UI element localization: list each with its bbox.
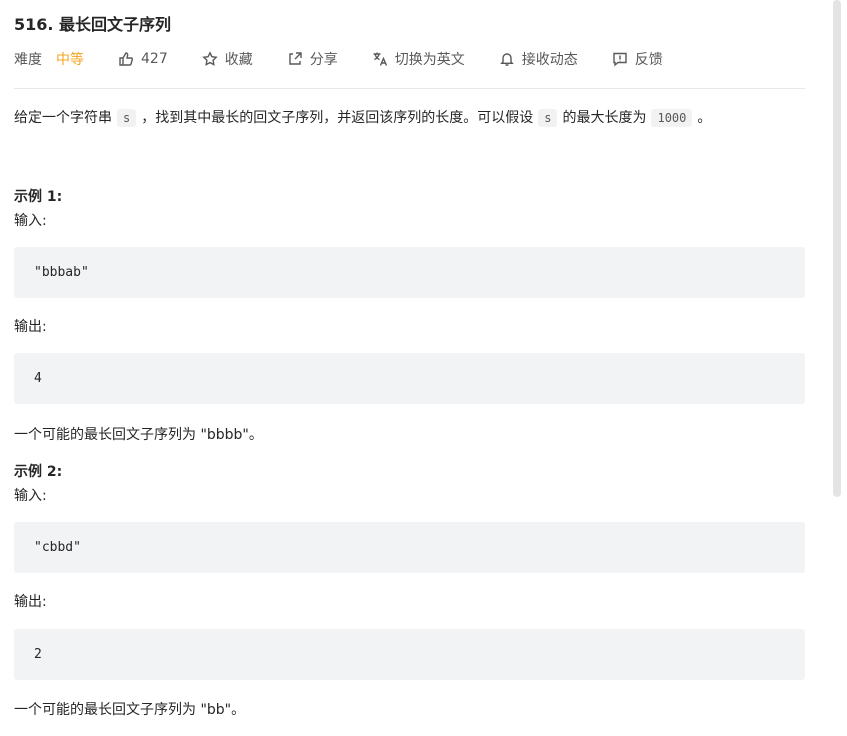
switch-language-label: 切换为英文 bbox=[394, 52, 465, 68]
scrollbar-thumb[interactable] bbox=[833, 0, 841, 497]
like-count: 427 bbox=[141, 51, 168, 67]
share-icon bbox=[289, 52, 302, 65]
star-icon bbox=[202, 51, 218, 66]
difficulty-badge: 中等 bbox=[56, 52, 84, 68]
example-title: 示例 2: bbox=[14, 464, 63, 480]
input-label: 输入: bbox=[14, 488, 47, 504]
thumbs-up-icon bbox=[119, 52, 134, 66]
problem-meta-bar: 难度 中等 427 收藏 分享 切换为英文 接收动态 反馈 bbox=[14, 48, 697, 70]
translate-icon bbox=[373, 52, 387, 66]
share-button[interactable]: 分享 bbox=[287, 49, 338, 69]
input-label: 输入: bbox=[14, 213, 47, 229]
problem-description: 给定一个字符串 s ，找到其中最长的回文子序列，并返回该序列的长度。可以假设 s 的最大… bbox=[14, 106, 711, 130]
feedback-button[interactable]: 反馈 bbox=[612, 49, 663, 69]
example-explanation: 一个可能的最长回文子序列为 "bbbb"。 bbox=[14, 427, 263, 443]
difficulty-label: 难度 bbox=[14, 52, 42, 68]
bell-icon bbox=[499, 53, 514, 66]
favorite-button[interactable]: 收藏 bbox=[202, 49, 253, 69]
example-output-code: 2 bbox=[14, 629, 805, 680]
scrollbar[interactable] bbox=[831, 0, 847, 736]
desc-text: 。 bbox=[697, 110, 712, 126]
inline-code: s bbox=[538, 109, 558, 127]
inline-code: 1000 bbox=[651, 109, 693, 127]
desc-text: 给定一个字符串 bbox=[14, 110, 112, 126]
desc-text: 的最大长度为 bbox=[562, 110, 647, 126]
notify-label: 接收动态 bbox=[521, 52, 578, 68]
desc-text: ，找到其中最长的回文子序列，并返回该序列的长度。可以假设 bbox=[141, 110, 534, 126]
notify-button[interactable]: 接收动态 bbox=[499, 49, 578, 69]
example-title: 示例 1: bbox=[14, 189, 63, 205]
inline-code: s bbox=[117, 109, 137, 127]
divider bbox=[14, 88, 805, 89]
switch-language-button[interactable]: 切换为英文 bbox=[372, 49, 465, 69]
feedback-label: 反馈 bbox=[634, 52, 663, 68]
favorite-label: 收藏 bbox=[224, 52, 253, 68]
output-label: 输出: bbox=[14, 319, 47, 335]
example-explanation: 一个可能的最长回文子序列为 "bb"。 bbox=[14, 702, 246, 718]
problem-title: 516. 最长回文子序列 bbox=[14, 15, 172, 34]
like-button[interactable]: 427 bbox=[118, 51, 168, 67]
output-label: 输出: bbox=[14, 594, 47, 610]
share-label: 分享 bbox=[309, 52, 338, 68]
example-input-code: "cbbd" bbox=[14, 522, 805, 573]
feedback-icon bbox=[613, 52, 627, 67]
example-input-code: "bbbab" bbox=[14, 247, 805, 298]
example-output-code: 4 bbox=[14, 353, 805, 404]
